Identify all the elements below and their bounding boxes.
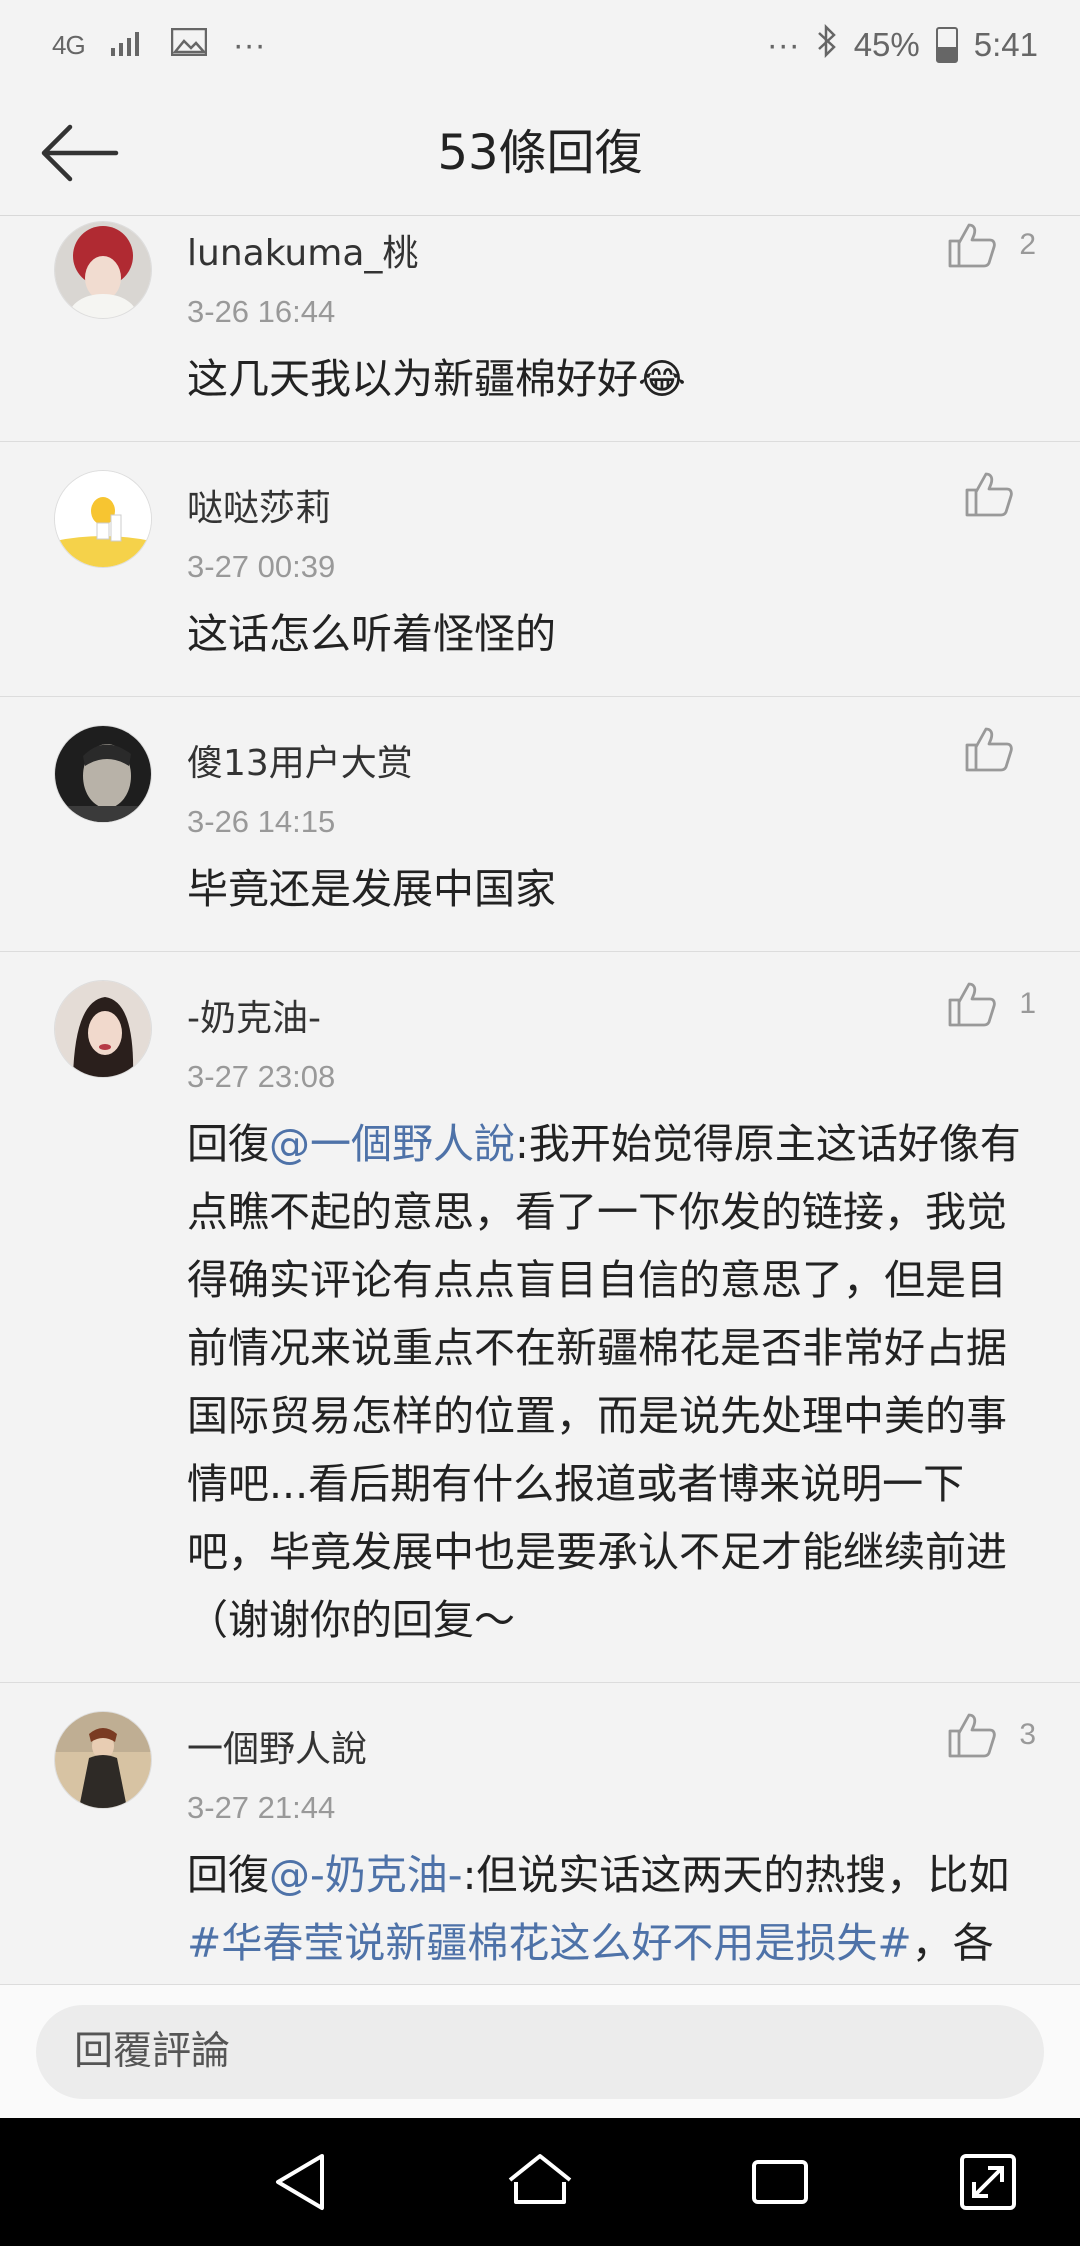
like-button[interactable]: 1 xyxy=(947,980,1036,1028)
recent-apps-icon xyxy=(752,2160,808,2204)
comment-item: 1 -奶克油- 3-27 23:08 回復@一個野人說:我开始觉得原主这话好像有… xyxy=(0,952,1080,1683)
comment-text-part: 这话怎么听着怪怪的 xyxy=(187,610,556,658)
nav-expand-button[interactable] xyxy=(952,2146,1024,2218)
mention-link[interactable]: @一個野人說 xyxy=(269,1120,515,1168)
clock: 5:41 xyxy=(973,26,1038,63)
comment-time: 3-26 14:15 xyxy=(187,804,336,839)
like-count: 1 xyxy=(1019,987,1036,1020)
comment-username[interactable]: 傻13用户大赏 xyxy=(187,727,1028,795)
nav-home-button[interactable] xyxy=(504,2146,576,2218)
comment-item: 2 lunakuma_桃 3-26 16:44 这几天我以为新疆棉好好😂 xyxy=(0,217,1080,442)
thumbs-up-icon xyxy=(965,472,1013,517)
signal-icon xyxy=(110,26,145,64)
thumbs-up-icon xyxy=(948,1713,997,1758)
home-icon xyxy=(508,2154,572,2204)
thumbs-up-icon xyxy=(948,223,997,268)
comment-text-part: 回復 xyxy=(187,1851,269,1899)
comment-text: 回復@-奶克油-:但说实话这两天的热搜，比如 #华春莹说新疆棉花这么好不用是损失#… xyxy=(187,1841,1028,1984)
comment-text-part: 回復 xyxy=(187,1120,269,1168)
more-notifications-icon: ··· xyxy=(232,26,266,63)
avatar[interactable] xyxy=(54,470,152,568)
comment-text: 这几天我以为新疆棉好好😂 xyxy=(187,345,1028,413)
image-notification-icon xyxy=(170,26,207,64)
hashtag-link[interactable]: #华春莹说新疆棉花这么好不用是损失# xyxy=(187,1919,912,1967)
thumbs-up-icon xyxy=(948,982,997,1027)
comment-time: 3-27 21:44 xyxy=(187,1790,336,1825)
mention-link[interactable]: @-奶克油- xyxy=(269,1851,463,1899)
like-button[interactable]: 3 xyxy=(947,1711,1036,1759)
battery-icon xyxy=(935,27,958,63)
avatar[interactable] xyxy=(54,725,152,823)
avatar[interactable] xyxy=(54,980,152,1078)
like-button[interactable]: 2 xyxy=(947,221,1036,269)
comment-time: 3-26 16:44 xyxy=(187,294,336,329)
comment-username[interactable]: lunakuma_桃 xyxy=(187,217,1028,285)
avatar[interactable] xyxy=(54,221,152,319)
comment-username[interactable]: 一個野人說 xyxy=(187,1713,1028,1781)
thumbs-up-icon xyxy=(965,727,1013,772)
avatar[interactable] xyxy=(54,1711,152,1809)
comment-time: 3-27 23:08 xyxy=(187,1059,336,1094)
comment-text-part: 这几天我以为新疆棉好好 xyxy=(187,355,638,403)
triangle-back-icon xyxy=(276,2154,324,2210)
header: 53條回復 xyxy=(0,90,1080,216)
comment-item: 哒哒莎莉 3-27 00:39 这话怎么听着怪怪的 xyxy=(0,442,1080,697)
comment-item: 傻13用户大赏 3-26 14:15 毕竟还是发展中国家 xyxy=(0,697,1080,952)
bluetooth-icon xyxy=(816,23,838,66)
nav-back-button[interactable] xyxy=(264,2146,336,2218)
comment-text-part: 毕竟还是发展中国家 xyxy=(187,865,556,913)
like-count: 3 xyxy=(1019,1718,1036,1751)
comment-text-part: :我开始觉得原主这话好像有点瞧不起的意思，看了一下你发的链接，我觉得确实评论有点… xyxy=(187,1120,1021,1644)
nav-recents-button[interactable] xyxy=(744,2146,816,2218)
expand-arrows-icon xyxy=(960,2154,1016,2210)
comment-text: 这话怎么听着怪怪的 xyxy=(187,600,1028,668)
comment-text-part: :但说实话这两天的热搜，比如 xyxy=(462,1851,1010,1899)
comment-text: 回復@一個野人說:我开始觉得原主这话好像有点瞧不起的意思，看了一下你发的链接，我… xyxy=(187,1110,1028,1654)
laughing-crying-emoji: 😂 xyxy=(638,355,686,403)
reply-bar: 回覆評論 xyxy=(0,1984,1080,2118)
navigation-bar xyxy=(0,2118,1080,2246)
like-count: 2 xyxy=(1019,228,1036,261)
comment-time: 3-27 00:39 xyxy=(187,549,336,584)
like-button[interactable] xyxy=(964,725,1036,773)
network-type: 4G xyxy=(52,30,86,60)
reply-input[interactable]: 回覆評論 xyxy=(36,2005,1044,2099)
comment-text: 毕竟还是发展中国家 xyxy=(187,855,1028,923)
comment-username[interactable]: 哒哒莎莉 xyxy=(187,472,1028,540)
page-title: 53條回復 xyxy=(437,125,643,181)
like-button[interactable] xyxy=(964,470,1036,518)
battery-percent: 45% xyxy=(853,26,920,63)
comment-item: 3 一個野人說 3-27 21:44 回復@-奶克油-:但说实话这两天的热搜，比… xyxy=(0,1683,1080,1984)
comment-list[interactable]: 2 lunakuma_桃 3-26 16:44 这几天我以为新疆棉好好😂 哒哒莎… xyxy=(0,217,1080,1984)
comment-username[interactable]: -奶克油- xyxy=(187,982,1028,1050)
status-bar: 4G ··· ··· 45% 5:41 xyxy=(0,0,1080,90)
more-status-icon: ··· xyxy=(766,26,800,63)
